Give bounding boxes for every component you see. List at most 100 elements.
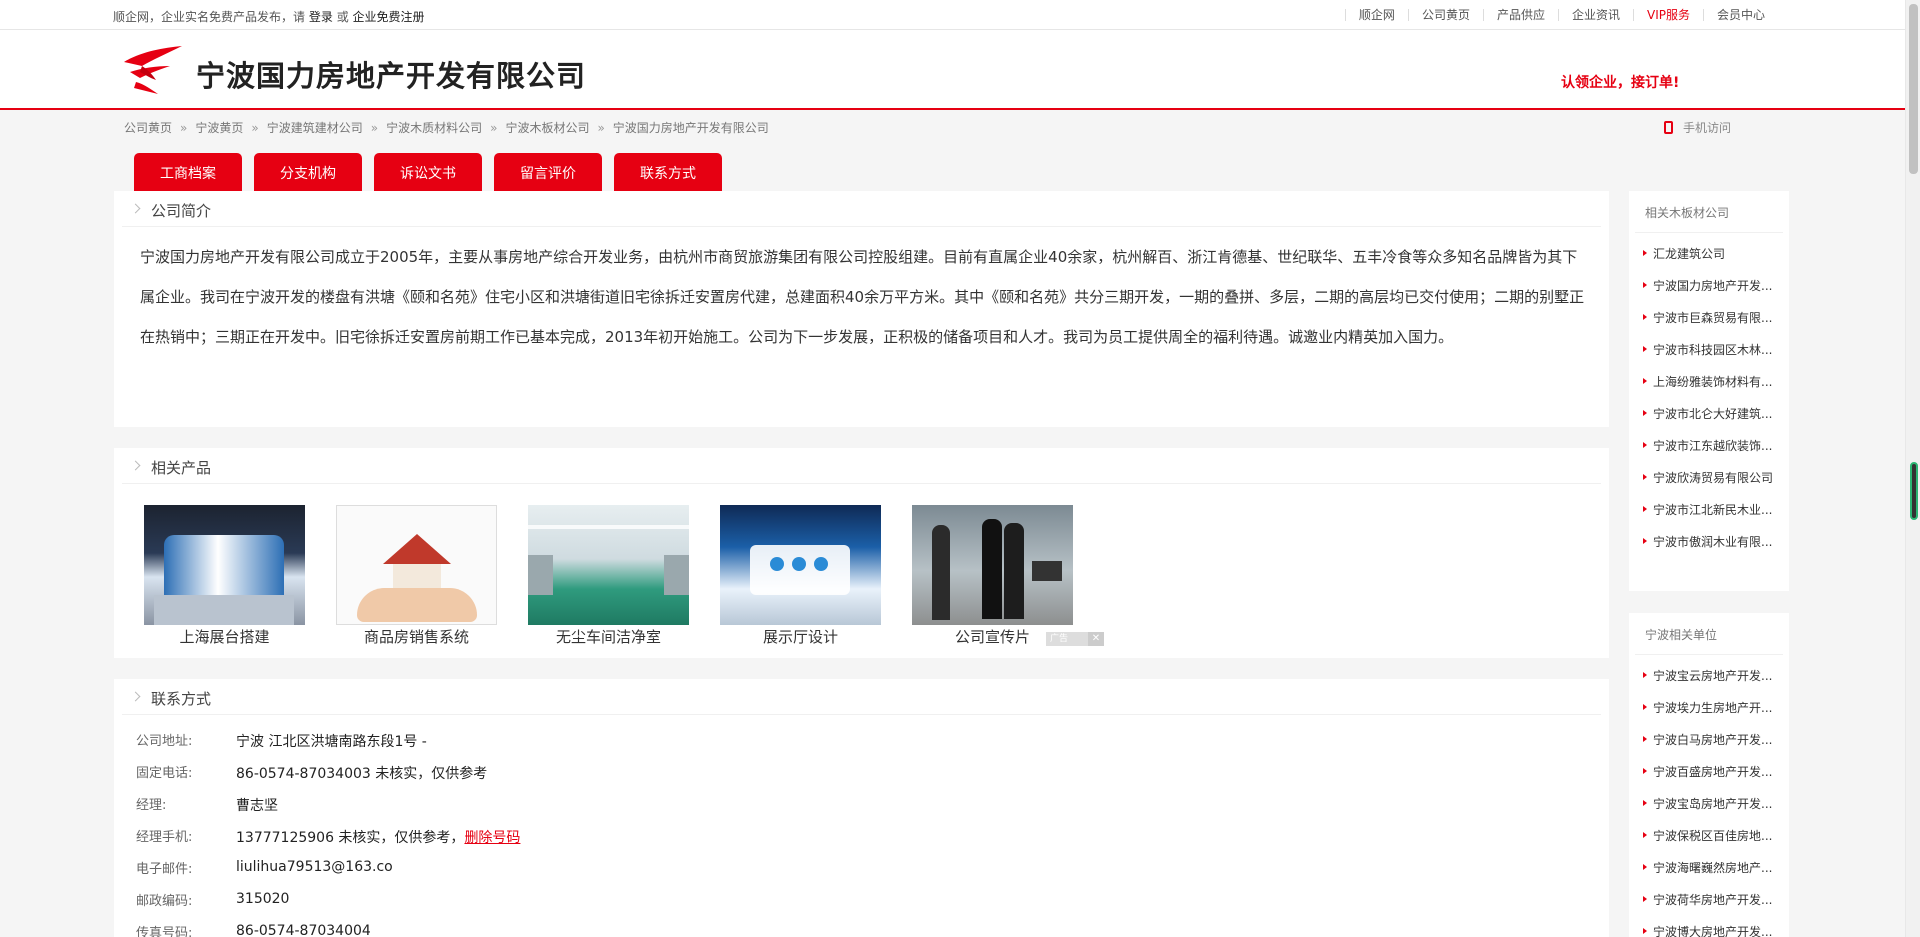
- tab-litigation[interactable]: 诉讼文书: [374, 153, 482, 191]
- breadcrumb-separator: »: [490, 121, 498, 135]
- breadcrumb-item[interactable]: 宁波木板材公司: [505, 121, 589, 135]
- list-item[interactable]: 上海纷雅装饰材料有...: [1629, 373, 1789, 405]
- list-item[interactable]: 宁波市巨森贸易有限...: [1629, 309, 1789, 341]
- site-header: 宁波国力房地产开发有限公司 认领企业，接订单!: [0, 30, 1905, 110]
- top-bar: 顺企网，企业实名免费产品发布，请 登录 或 企业免费注册 顺企网 公司黄页 产品供应…: [0, 0, 1905, 30]
- product-caption[interactable]: 无尘车间洁净室: [528, 626, 689, 647]
- breadcrumb-separator: »: [370, 121, 379, 135]
- claim-company-link[interactable]: 认领企业，接订单!: [1561, 72, 1679, 92]
- product-image[interactable]: [336, 505, 497, 625]
- contact-label: 电子邮件:: [136, 862, 193, 877]
- list-item[interactable]: 宁波市科技园区木林...: [1629, 341, 1789, 373]
- contact-value: 曹志坚: [236, 798, 278, 814]
- scrollbar-thumb[interactable]: [1909, 4, 1918, 174]
- list-item[interactable]: 宁波宝云房地产开发...: [1629, 667, 1789, 699]
- product-caption[interactable]: 商品房销售系统: [336, 626, 497, 647]
- contact-value: 86-0574-87034004: [236, 923, 371, 937]
- contact-label: 公司地址:: [136, 734, 193, 749]
- product-caption[interactable]: 展示厅设计: [720, 626, 881, 647]
- product-image[interactable]: [528, 505, 689, 625]
- nav-shunqi[interactable]: 顺企网: [1344, 9, 1408, 21]
- tab-reviews[interactable]: 留言评价: [494, 153, 602, 191]
- ad-label-text: 广告: [1050, 634, 1069, 644]
- mobile-access-label: 手机访问: [1683, 121, 1732, 135]
- product-item[interactable]: 展示厅设计: [720, 505, 881, 647]
- product-item[interactable]: 无尘车间洁净室: [528, 505, 689, 647]
- list-item[interactable]: 汇龙建筑公司: [1629, 245, 1789, 277]
- nav-yellow-pages[interactable]: 公司黄页: [1407, 9, 1483, 21]
- related-companies-title: 相关木板材公司: [1635, 191, 1783, 233]
- product-image[interactable]: [912, 505, 1073, 625]
- nav-vip[interactable]: VIP服务: [1632, 9, 1703, 21]
- contact-panel-header: 联系方式: [122, 679, 1601, 715]
- nav-news[interactable]: 企业资讯: [1557, 9, 1633, 21]
- mobile-access-link[interactable]: 手机访问: [1664, 119, 1731, 136]
- contact-row-phone: 固定电话: 86-0574-87034003 未核实，仅供参考: [136, 762, 1536, 794]
- breadcrumb-separator: »: [251, 121, 259, 135]
- product-item[interactable]: 上海展台搭建: [144, 505, 305, 647]
- nav-member[interactable]: 会员中心: [1702, 9, 1778, 21]
- register-link[interactable]: 企业免费注册: [353, 10, 425, 24]
- breadcrumb-separator: »: [597, 121, 605, 135]
- contact-row-manager: 经理: 曹志坚: [136, 794, 1536, 826]
- list-item[interactable]: 宁波博大房地产开发...: [1629, 923, 1789, 937]
- side-scroll-handle[interactable]: [1910, 462, 1918, 520]
- product-image[interactable]: [720, 505, 881, 625]
- list-item[interactable]: 宁波宝岛房地产开发...: [1629, 795, 1789, 827]
- list-item[interactable]: 宁波市江北新民木业...: [1629, 501, 1789, 533]
- list-item[interactable]: 宁波保税区百佳房地...: [1629, 827, 1789, 859]
- contact-label: 固定电话:: [136, 766, 193, 781]
- login-link[interactable]: 登录: [309, 10, 333, 24]
- breadcrumb-item[interactable]: 公司黄页: [124, 121, 172, 135]
- tab-branches[interactable]: 分支机构: [254, 153, 362, 191]
- breadcrumb-item[interactable]: 宁波木质材料公司: [386, 121, 482, 135]
- or-text: 或: [336, 10, 349, 24]
- nav-products[interactable]: 产品供应: [1482, 9, 1558, 21]
- products-title: 相关产品: [151, 459, 212, 477]
- list-item[interactable]: 宁波白马房地产开发...: [1629, 731, 1789, 763]
- close-icon[interactable]: ✕: [1088, 632, 1104, 646]
- contact-row-mobile: 经理手机: 13777125906 未核实，仅供参考，删除号码: [136, 826, 1536, 858]
- chevron-right-icon: [130, 203, 141, 214]
- products-panel-header: 相关产品: [122, 448, 1601, 484]
- top-nav: 顺企网 公司黄页 产品供应 企业资讯 VIP服务 会员中心: [1344, 8, 1778, 22]
- logo-icon[interactable]: [122, 44, 184, 96]
- delete-number-link[interactable]: 删除号码: [464, 830, 520, 846]
- list-item[interactable]: 宁波荷华房地产开发...: [1629, 891, 1789, 923]
- intro-panel-header: 公司简介: [122, 191, 1601, 227]
- contact-label: 传真号码:: [136, 926, 193, 937]
- intro-text: 宁波国力房地产开发有限公司成立于2005年，主要从事房地产综合开发业务，由杭州市…: [140, 248, 1585, 346]
- contact-value: 13777125906 未核实，仅供参考，: [236, 830, 465, 846]
- product-item[interactable]: 商品房销售系统: [336, 505, 497, 647]
- tab-business-record[interactable]: 工商档案: [134, 153, 242, 191]
- list-item[interactable]: 宁波百盛房地产开发...: [1629, 763, 1789, 795]
- contact-value-wrap: 13777125906 未核实，仅供参考，删除号码: [236, 827, 520, 847]
- contact-row-postcode: 邮政编码: 315020: [136, 890, 1536, 922]
- contact-value: liulihua79513@163.co: [236, 859, 393, 875]
- list-item[interactable]: 宁波海曙巍然房地产...: [1629, 859, 1789, 891]
- product-item[interactable]: 公司宣传片: [912, 505, 1073, 647]
- product-image[interactable]: [144, 505, 305, 625]
- tab-contact[interactable]: 联系方式: [614, 153, 722, 191]
- list-item[interactable]: 宁波欣涛贸易有限公司: [1629, 469, 1789, 501]
- breadcrumb-current: 宁波国力房地产开发有限公司: [612, 121, 769, 135]
- list-item[interactable]: 宁波市江东越欣装饰...: [1629, 437, 1789, 469]
- breadcrumb-item[interactable]: 宁波建筑建材公司: [267, 121, 363, 135]
- products-panel: 相关产品 上海展台搭建 商品房销售系统 无尘车间洁净室 展示厅设计 公司宣传片: [114, 448, 1609, 658]
- contact-label: 邮政编码:: [136, 894, 193, 909]
- local-units-panel: 宁波相关单位 宁波宝云房地产开发... 宁波埃力生房地产开... 宁波白马房地产…: [1629, 613, 1789, 937]
- prompt-text: 顺企网，企业实名免费产品发布，请: [113, 10, 306, 24]
- product-caption[interactable]: 上海展台搭建: [144, 626, 305, 647]
- list-item[interactable]: 宁波埃力生房地产开...: [1629, 699, 1789, 731]
- intro-title: 公司简介: [151, 202, 212, 220]
- breadcrumb-separator: »: [180, 121, 188, 135]
- contact-row-address: 公司地址: 宁波 江北区洪塘南路东段1号 -: [136, 730, 1536, 762]
- local-units-list: 宁波宝云房地产开发... 宁波埃力生房地产开... 宁波白马房地产开发... 宁…: [1629, 655, 1789, 937]
- list-item[interactable]: 宁波市北仑大好建筑...: [1629, 405, 1789, 437]
- contact-title: 联系方式: [151, 690, 212, 708]
- list-item[interactable]: 宁波市傲润木业有限...: [1629, 533, 1789, 565]
- contact-label: 经理:: [136, 798, 167, 813]
- contact-list: 公司地址: 宁波 江北区洪塘南路东段1号 - 固定电话: 86-0574-870…: [136, 730, 1536, 937]
- list-item[interactable]: 宁波国力房地产开发...: [1629, 277, 1789, 309]
- breadcrumb-item[interactable]: 宁波黄页: [195, 121, 243, 135]
